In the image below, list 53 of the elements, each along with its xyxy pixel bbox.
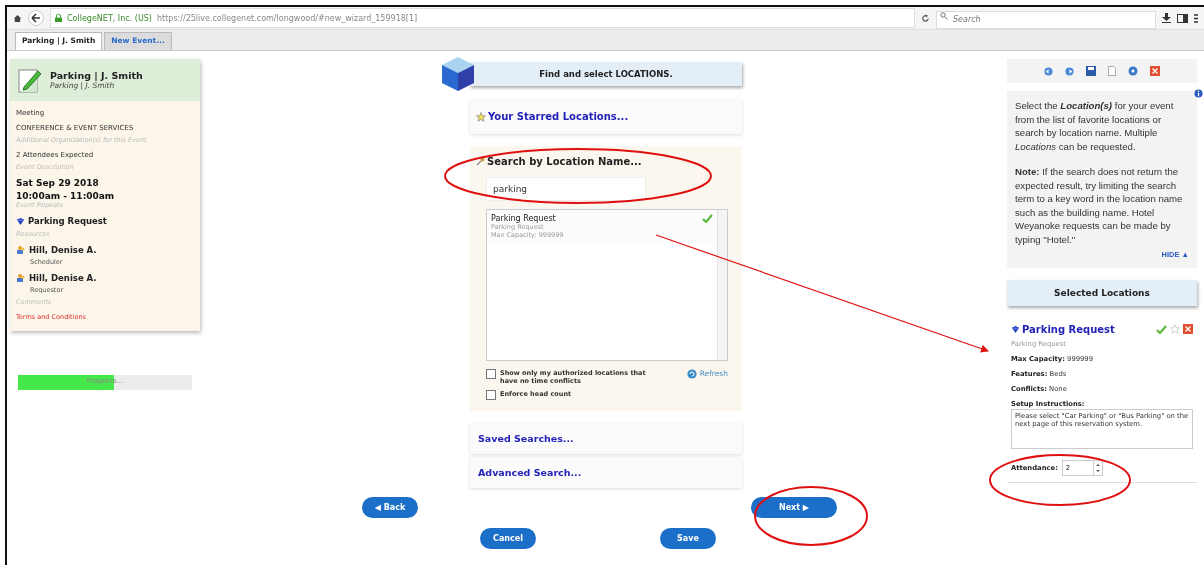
checkbox[interactable] <box>486 369 496 379</box>
people-icon <box>16 245 26 255</box>
checkbox[interactable] <box>486 390 496 400</box>
home-icon[interactable] <box>13 13 22 23</box>
site-identity: CollegeNET, Inc. (US) <box>67 13 152 23</box>
sidebar-icon[interactable] <box>1177 13 1188 23</box>
cube-icon <box>442 57 474 91</box>
key-icon <box>476 157 485 166</box>
arrow-left-icon[interactable] <box>1044 66 1053 76</box>
menu-icon[interactable] <box>1194 13 1198 23</box>
event-title: Parking | J. Smith <box>50 70 143 81</box>
back-button[interactable]: ◀ Back <box>362 497 418 518</box>
close-icon[interactable] <box>1150 66 1160 76</box>
help-note: Note: If the search does not return the expected result, try limiting the search term to a key word in the location name such as the building name. Hotel Weyanoke requests can be made by typing "Hotel." <box>1015 165 1184 246</box>
advanced-search-link[interactable]: Advanced Search... <box>470 457 742 488</box>
search-field[interactable]: Search <box>936 10 1156 29</box>
arrow-right-icon[interactable] <box>1065 66 1074 76</box>
location-icon <box>16 216 25 226</box>
edit-document-icon <box>18 67 42 93</box>
cancel-button[interactable]: Cancel <box>480 528 536 549</box>
spinner-icon[interactable] <box>1092 460 1102 475</box>
back-arrow-icon[interactable] <box>28 10 44 26</box>
url-text[interactable]: https://25live.collegenet.com/longwood/#new_wizard_159918[1] <box>156 13 418 23</box>
event-date: 10:00am - 11:00am <box>16 191 116 201</box>
next-button[interactable]: Next ▶ <box>751 497 837 518</box>
download-icon[interactable] <box>1162 13 1171 23</box>
wizard-step-header: Find and select LOCATIONS. <box>470 62 742 86</box>
resource-name: Hill, Denise A. <box>29 245 97 255</box>
search-section-title: Search by Location Name... <box>487 156 642 167</box>
help-text: Select the Location(s) for your event from the list of favorite locations or search by location name. Multiple Locations can be requested. <box>1015 99 1175 153</box>
selected-location-name[interactable]: Parking Request <box>1022 323 1115 335</box>
reload-icon[interactable] <box>921 13 930 23</box>
star-icon[interactable] <box>1170 324 1180 334</box>
selected-locations-header: Selected Locations <box>1007 279 1197 306</box>
event-date: Sat Sep 29 2018 <box>16 178 100 188</box>
help-icon[interactable] <box>1128 66 1138 76</box>
star-icon <box>476 111 486 122</box>
resource-name: Hill, Denise A. <box>29 273 97 283</box>
saved-searches-link[interactable]: Saved Searches... <box>470 423 742 454</box>
save-icon[interactable] <box>1086 66 1096 76</box>
location-search-field[interactable]: parking <box>486 177 646 201</box>
location-icon <box>1011 324 1020 334</box>
scrollbar[interactable] <box>717 210 727 360</box>
location-name: Parking Request <box>28 216 107 226</box>
refresh-icon <box>686 369 697 379</box>
people-icon <box>16 273 26 283</box>
save-button[interactable]: Save <box>660 528 716 549</box>
info-icon[interactable] <box>1194 89 1203 98</box>
document-icon[interactable] <box>1108 66 1116 76</box>
lock-icon <box>55 14 62 22</box>
remove-icon[interactable] <box>1183 324 1193 334</box>
starred-locations-link[interactable]: Your Starred Locations... <box>488 111 629 122</box>
result-name[interactable]: Parking Request <box>491 214 564 223</box>
